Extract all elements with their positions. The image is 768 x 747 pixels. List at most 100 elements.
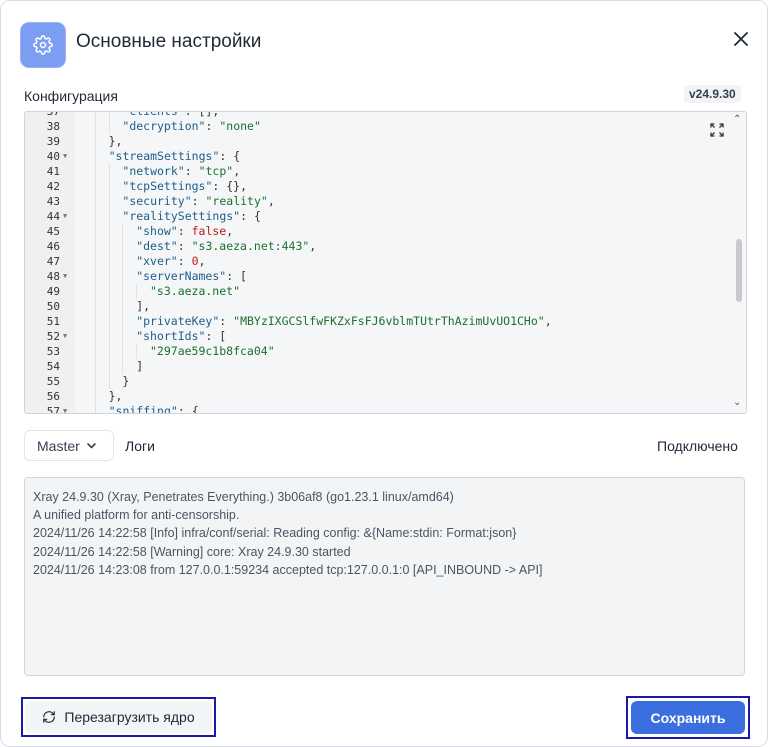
line-number: 43 (46, 195, 60, 208)
indent-guide (94, 119, 96, 134)
config-editor[interactable]: 37 "clients": [], 38 "decryption": "none" 39… (24, 111, 747, 414)
log-line: Xray 24.9.30 (Xray, Penetrates Everythin… (33, 490, 454, 504)
line-number: 53 (46, 345, 60, 358)
line-number: 47 (46, 255, 60, 268)
indent-guide (94, 254, 96, 269)
indent-guide (122, 284, 124, 299)
editor-scrollbar-thumb[interactable] (736, 239, 742, 302)
dialog-title: Основные настройки (76, 31, 262, 52)
indent-guide (94, 112, 96, 119)
gear-icon (33, 35, 53, 55)
settings-dialog: Основные настройки Конфигурация v24.9.30… (0, 0, 768, 747)
indent-guide (94, 134, 96, 149)
indent-guide (94, 314, 96, 329)
config-label: Конфигурация (24, 88, 118, 104)
line-number: 38 (46, 120, 60, 133)
indent-guide (94, 359, 96, 374)
indent-guide (94, 389, 96, 404)
indent-guide (94, 329, 96, 344)
code-text: "streamSettings": { (108, 149, 241, 163)
indent-guide (94, 194, 96, 209)
indent-guide (94, 374, 96, 389)
indent-guide (122, 269, 124, 284)
indent-guide (108, 112, 110, 119)
indent-guide (108, 179, 110, 194)
line-number: 39 (46, 135, 60, 148)
line-number: 45 (46, 225, 60, 238)
line-number: 56 (46, 390, 60, 403)
indent-guide (108, 359, 110, 374)
log-line: 2024/11/26 14:23:08 from 127.0.0.1:59234… (33, 562, 543, 577)
line-number: 49 (46, 285, 60, 298)
indent-guide (108, 239, 110, 254)
code-text: "s3.aeza.net" (150, 284, 241, 298)
line-number: 54 (46, 360, 60, 373)
restart-core-button[interactable]: Перезагрузить ядро (25, 701, 212, 733)
line-number: 40 (46, 150, 60, 163)
code-text: "dest": "s3.aeza.net:443", (136, 239, 317, 253)
node-select[interactable]: Master (24, 430, 114, 461)
indent-guide (108, 224, 110, 239)
code-text: ] (136, 359, 144, 373)
line-number: 48 (46, 270, 60, 283)
line-number: 55 (46, 375, 60, 388)
code-text: "decryption": "none" (122, 119, 261, 133)
indent-guide (108, 374, 110, 389)
indent-guide (122, 314, 124, 329)
indent-guide (122, 344, 124, 359)
indent-guide (108, 344, 110, 359)
indent-guide (94, 299, 96, 314)
connection-status: Подключено (657, 438, 738, 454)
save-button[interactable]: Сохранить (631, 701, 745, 734)
indent-guide (94, 164, 96, 179)
line-number: 37 (46, 111, 60, 118)
fullscreen-icon[interactable] (710, 123, 724, 137)
indent-guide (94, 344, 96, 359)
indent-guide (122, 359, 124, 374)
indent-guide (94, 284, 96, 299)
code-text: } (122, 374, 130, 388)
fold-caret-icon[interactable]: ▼ (63, 209, 67, 224)
code-text: "xver": 0, (136, 254, 206, 268)
version-badge: v24.9.30 (684, 85, 741, 103)
log-line: 2024/11/26 14:22:58 [Warning] core: Xray… (33, 544, 351, 559)
close-icon[interactable] (730, 28, 752, 50)
indent-guide (108, 194, 110, 209)
indent-guide (108, 329, 110, 344)
indent-guide (136, 284, 138, 299)
restart-core-label: Перезагрузить ядро (64, 709, 195, 725)
indent-guide (122, 254, 124, 269)
fold-caret-icon[interactable]: ▼ (63, 404, 67, 413)
fold-caret-icon[interactable]: ▼ (63, 269, 67, 284)
indent-guide (122, 329, 124, 344)
scroll-up-icon[interactable]: ⌃ (733, 114, 741, 125)
code-text: }, (108, 389, 123, 403)
restart-focus-outline: Перезагрузить ядро (21, 697, 216, 737)
code-text: ], (136, 299, 151, 313)
code-text: "serverNames": [ (136, 269, 247, 283)
log-line: 2024/11/26 14:22:58 [Info] infra/conf/se… (33, 526, 517, 541)
log-line: A unified platform for anti-censorship. (33, 508, 240, 523)
code-text: "shortIds": [ (136, 329, 227, 343)
code-text: "show": false, (136, 224, 234, 238)
settings-header-icon (20, 22, 66, 68)
indent-guide (136, 344, 138, 359)
line-number: 57 (46, 405, 60, 414)
fold-caret-icon[interactable]: ▼ (63, 329, 67, 344)
code-text: "tcpSettings": {}, (122, 179, 248, 193)
fold-caret-icon[interactable]: ▼ (63, 149, 67, 164)
indent-guide (122, 224, 124, 239)
indent-guide (94, 269, 96, 284)
line-number: 44 (46, 210, 60, 223)
line-number: 46 (46, 240, 60, 253)
scroll-down-icon[interactable]: ⌄ (733, 397, 741, 408)
line-number: 51 (46, 315, 60, 328)
code-text: "sniffing": { (108, 404, 199, 414)
code-text: "network": "tcp", (122, 164, 241, 178)
log-output[interactable]: Xray 24.9.30 (Xray, Penetrates Everythin… (24, 477, 745, 676)
indent-guide (94, 209, 96, 224)
code-text: "clients": [], (122, 111, 220, 118)
save-focus-outline: Сохранить (626, 696, 750, 739)
indent-guide (108, 164, 110, 179)
indent-guide (122, 239, 124, 254)
